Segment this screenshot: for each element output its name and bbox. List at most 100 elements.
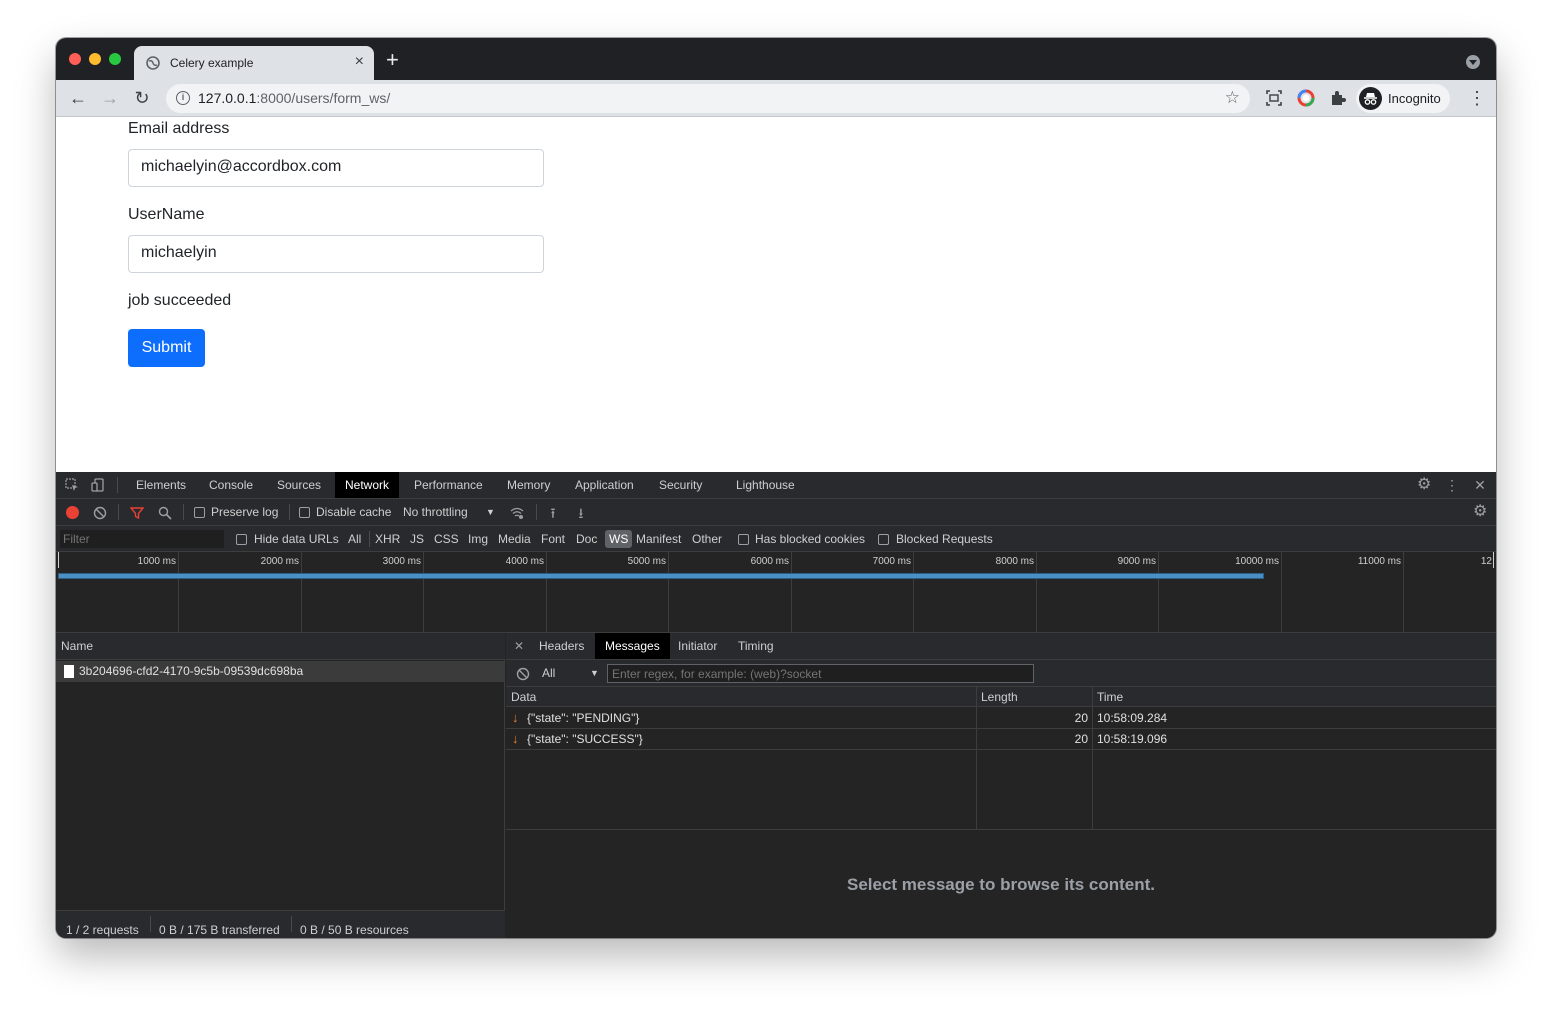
incognito-icon bbox=[1359, 87, 1382, 110]
tab-elements[interactable]: Elements bbox=[126, 472, 196, 498]
detail-tab-bar: ✕ Headers Messages Initiator Timing bbox=[506, 633, 1496, 660]
tab-performance[interactable]: Performance bbox=[404, 472, 493, 498]
close-detail-icon[interactable]: ✕ bbox=[514, 639, 524, 653]
message-row[interactable]: ↓ {"state": "SUCCESS"} 20 10:58:19.096 bbox=[506, 729, 1496, 750]
type-filter-js[interactable]: JS bbox=[410, 532, 424, 546]
back-button[interactable]: ← bbox=[66, 86, 90, 110]
tab-security[interactable]: Security bbox=[649, 472, 712, 498]
devtools-tab-bar: Elements Console Sources Network Perform… bbox=[56, 472, 1496, 499]
type-filter-ws[interactable]: WS bbox=[605, 530, 633, 548]
incognito-profile-button[interactable]: Incognito bbox=[1356, 84, 1450, 113]
type-filter-manifest[interactable]: Manifest bbox=[636, 532, 681, 546]
message-type-select[interactable]: All bbox=[542, 666, 555, 680]
close-devtools-icon[interactable]: ✕ bbox=[1473, 478, 1487, 492]
type-filter-doc[interactable]: Doc bbox=[576, 532, 597, 546]
type-filter-media[interactable]: Media bbox=[498, 532, 531, 546]
network-timeline[interactable]: 1000 ms 2000 ms 3000 ms 4000 ms 5000 ms … bbox=[56, 552, 1496, 633]
page-content: Email address michaelyin@accordbox.com U… bbox=[56, 117, 1496, 472]
down-arrow-icon: ↓ bbox=[512, 731, 519, 746]
reload-button[interactable]: ↻ bbox=[130, 86, 154, 110]
throttling-select[interactable]: No throttling bbox=[403, 505, 468, 519]
extensions-puzzle-icon[interactable] bbox=[1329, 89, 1347, 107]
globe-icon bbox=[146, 56, 160, 70]
username-field[interactable]: michaelyin bbox=[128, 235, 544, 273]
address-bar[interactable]: i 127.0.0.1:8000/users/form_ws/ ☆ bbox=[166, 84, 1250, 113]
forward-button[interactable]: → bbox=[98, 86, 122, 110]
maximize-window-button[interactable] bbox=[109, 53, 121, 65]
browser-tab[interactable]: Celery example × bbox=[134, 46, 374, 80]
time-column-header[interactable]: Time bbox=[1093, 687, 1496, 707]
clear-icon[interactable] bbox=[93, 506, 107, 520]
timeline-tick: 6000 ms bbox=[750, 556, 789, 567]
chevron-down-icon: ▼ bbox=[486, 507, 495, 517]
type-filter-img[interactable]: Img bbox=[468, 532, 488, 546]
type-filter-all[interactable]: All bbox=[348, 532, 361, 546]
network-toolbar: Preserve log Disable cache No throttling… bbox=[56, 499, 1496, 526]
tab-messages[interactable]: Messages bbox=[595, 633, 670, 659]
preserve-log-label: Preserve log bbox=[211, 505, 279, 519]
browser-menu-icon[interactable]: ⋮ bbox=[1468, 88, 1486, 108]
tab-headers[interactable]: Headers bbox=[529, 633, 594, 659]
bookmark-star-icon[interactable]: ☆ bbox=[1225, 88, 1240, 108]
message-time: 10:58:19.096 bbox=[1097, 732, 1168, 746]
blocked-requests-label: Blocked Requests bbox=[896, 532, 993, 546]
import-har-icon[interactable]: ⭱ bbox=[546, 506, 560, 520]
timeline-tick: 7000 ms bbox=[872, 556, 911, 567]
disable-cache-checkbox[interactable] bbox=[299, 507, 310, 518]
message-data: {"state": "SUCCESS"} bbox=[527, 732, 643, 746]
chevron-down-icon: ▼ bbox=[590, 668, 599, 678]
export-har-icon[interactable]: ⭳ bbox=[574, 506, 588, 520]
site-info-icon[interactable]: i bbox=[176, 91, 190, 105]
minimize-window-button[interactable] bbox=[89, 53, 101, 65]
submit-button[interactable]: Submit bbox=[128, 329, 205, 367]
clear-messages-icon[interactable] bbox=[516, 667, 530, 681]
device-toolbar-icon[interactable] bbox=[91, 478, 105, 492]
has-blocked-cookies-label: Has blocked cookies bbox=[755, 532, 866, 546]
close-tab-icon[interactable]: × bbox=[355, 53, 364, 71]
type-filter-css[interactable]: CSS bbox=[434, 532, 459, 546]
name-column-header[interactable]: Name bbox=[56, 633, 505, 660]
tab-memory[interactable]: Memory bbox=[497, 472, 560, 498]
data-column-header[interactable]: Data bbox=[506, 687, 976, 707]
type-filter-font[interactable]: Font bbox=[541, 532, 565, 546]
regex-filter-input[interactable] bbox=[607, 664, 1034, 683]
message-row[interactable]: ↓ {"state": "PENDING"} 20 10:58:09.284 bbox=[506, 708, 1496, 729]
close-window-button[interactable] bbox=[69, 53, 81, 65]
email-label: Email address bbox=[128, 120, 230, 137]
tab-timing[interactable]: Timing bbox=[728, 633, 784, 659]
tab-lighthouse[interactable]: Lighthouse bbox=[726, 472, 805, 498]
tab-search-icon[interactable] bbox=[1466, 55, 1480, 69]
network-filter-input[interactable] bbox=[60, 530, 224, 548]
timeline-tick: 10000 ms bbox=[1235, 556, 1279, 567]
email-field[interactable]: michaelyin@accordbox.com bbox=[128, 149, 544, 187]
tab-console[interactable]: Console bbox=[199, 472, 263, 498]
color-picker-extension-icon[interactable] bbox=[1297, 89, 1315, 107]
tab-application[interactable]: Application bbox=[565, 472, 644, 498]
network-conditions-icon[interactable] bbox=[510, 506, 524, 520]
search-icon[interactable] bbox=[158, 506, 172, 520]
record-icon[interactable] bbox=[66, 506, 79, 519]
devtools-menu-icon[interactable]: ⋮ bbox=[1445, 478, 1459, 492]
tab-network[interactable]: Network bbox=[335, 472, 400, 498]
length-column-header[interactable]: Length bbox=[977, 687, 1092, 707]
down-arrow-icon: ↓ bbox=[512, 710, 519, 725]
new-tab-button[interactable]: + bbox=[386, 49, 399, 71]
has-blocked-cookies-checkbox[interactable] bbox=[738, 534, 749, 545]
settings-gear-icon[interactable]: ⚙ bbox=[1417, 477, 1431, 493]
type-filter-other[interactable]: Other bbox=[692, 532, 722, 546]
inspect-element-icon[interactable] bbox=[65, 478, 79, 492]
tab-initiator[interactable]: Initiator bbox=[668, 633, 727, 659]
timeline-tick: 12 bbox=[1480, 556, 1492, 567]
screenshot-icon[interactable] bbox=[1265, 89, 1283, 107]
preserve-log-checkbox[interactable] bbox=[194, 507, 205, 518]
network-settings-gear-icon[interactable]: ⚙ bbox=[1473, 504, 1487, 520]
type-filter-xhr[interactable]: XHR bbox=[375, 532, 400, 546]
timeline-tick: 4000 ms bbox=[505, 556, 544, 567]
request-row[interactable]: 3b204696-cfd2-4170-9c5b-09539dc698ba bbox=[56, 661, 505, 682]
hide-data-urls-checkbox[interactable] bbox=[236, 534, 247, 545]
tab-sources[interactable]: Sources bbox=[267, 472, 331, 498]
timeline-tick: 8000 ms bbox=[995, 556, 1034, 567]
filter-funnel-icon[interactable] bbox=[130, 506, 144, 520]
blocked-requests-checkbox[interactable] bbox=[878, 534, 889, 545]
resources-size: 0 B / 50 B resources bbox=[300, 923, 409, 937]
